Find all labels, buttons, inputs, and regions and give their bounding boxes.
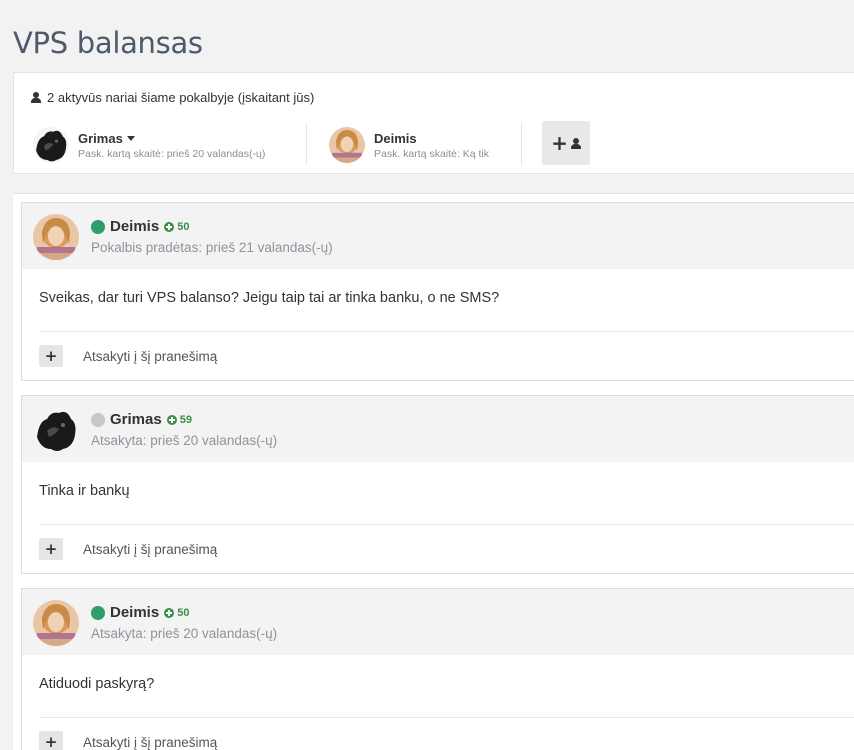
avatar-grimas-icon[interactable] [33, 127, 69, 163]
reputation-badge: 50 [164, 221, 189, 233]
plus-icon: + [44, 539, 58, 558]
members-summary-text: 2 aktyvūs nariai šiame pokalbyje (įskait… [47, 90, 315, 105]
post-body: Sveikas, dar turi VPS balanso? Jeigu tai… [39, 290, 500, 306]
reputation-count: 50 [177, 606, 190, 619]
reply-row: + Atsakyti į šį pranešimą [22, 332, 854, 380]
post: Deimis 50 Atsakyta: prieš 20 valandas(-ų… [21, 588, 854, 750]
reply-button[interactable]: + [39, 731, 63, 750]
plus-icon: + [44, 346, 58, 365]
reputation-badge: 59 [166, 413, 192, 426]
member-deimis[interactable]: Deimis Pask. kartą skaitė: Ką tik [329, 125, 489, 165]
reputation-plus-icon [164, 221, 175, 232]
reputation-plus-icon [166, 414, 177, 425]
reputation-plus-icon [164, 607, 175, 618]
reply-button[interactable]: + [39, 345, 63, 367]
post-author[interactable]: Deimis [110, 604, 159, 621]
post-header: Deimis 50 Atsakyta: prieš 20 valandas(-ų… [22, 589, 854, 655]
person-icon [570, 137, 581, 149]
chevron-down-icon[interactable] [126, 135, 135, 141]
reply-link[interactable]: Atsakyti į šį pranešimą [83, 735, 217, 750]
reply-row: + Atsakyti į šį pranešimą [22, 718, 854, 750]
plus-icon: + [44, 732, 58, 750]
post-body: Tinka ir bankų [39, 483, 130, 499]
member-name-dropdown[interactable]: Grimas [78, 131, 265, 146]
page-title: VPS balansas [13, 26, 203, 60]
post-author[interactable]: Deimis [110, 218, 159, 235]
post: Deimis 50 Pokalbis pradėtas: prieš 21 va… [21, 202, 854, 381]
post-timestamp: Atsakyta: prieš 20 valandas(-ų) [91, 433, 278, 448]
avatar-grimas-icon[interactable] [33, 407, 79, 453]
message-thread: Deimis 50 Pokalbis pradėtas: prieš 21 va… [13, 193, 854, 750]
avatar-deimis-icon[interactable] [329, 127, 365, 163]
avatar-deimis-icon[interactable] [33, 600, 79, 646]
reputation-count: 59 [179, 413, 192, 426]
post-body: Atiduodi paskyrą? [39, 676, 155, 692]
post-timestamp: Pokalbis pradėtas: prieš 21 valandas(-ų) [91, 240, 333, 255]
reputation-count: 50 [177, 220, 190, 233]
member-divider [306, 123, 307, 165]
member-last-read: Pask. kartą skaitė: Ką tik [374, 147, 489, 160]
reply-link[interactable]: Atsakyti į šį pranešimą [83, 349, 217, 364]
reply-button[interactable]: + [39, 538, 63, 560]
reply-row: + Atsakyti į šį pranešimą [22, 525, 854, 573]
member-name-grimas[interactable]: Grimas [78, 131, 123, 146]
member-grimas[interactable]: Grimas Pask. kartą skaitė: prieš 20 vala… [33, 125, 265, 165]
avatar-deimis-icon[interactable] [33, 214, 79, 260]
add-member-button[interactable]: + [542, 121, 590, 165]
offline-status-icon [91, 412, 105, 427]
post-header: Grimas 59 Atsakyta: prieš 20 valandas(-ų… [22, 396, 854, 462]
member-last-read: Pask. kartą skaitė: prieš 20 valandas(-ų… [78, 147, 266, 160]
plus-icon: + [551, 131, 568, 155]
member-name-deimis[interactable]: Deimis [374, 131, 417, 146]
reply-link[interactable]: Atsakyti į šį pranešimą [83, 542, 217, 557]
post-author[interactable]: Grimas [110, 411, 162, 428]
person-icon [31, 92, 41, 103]
post-header: Deimis 50 Pokalbis pradėtas: prieš 21 va… [22, 203, 854, 269]
online-status-icon [91, 219, 105, 234]
online-status-icon [91, 605, 105, 620]
reputation-badge: 50 [164, 607, 189, 619]
post: Grimas 59 Atsakyta: prieš 20 valandas(-ų… [21, 395, 854, 574]
members-summary: 2 aktyvūs nariai šiame pokalbyje (įskait… [31, 90, 314, 105]
member-divider [521, 123, 522, 165]
active-members-panel: 2 aktyvūs nariai šiame pokalbyje (įskait… [13, 72, 854, 174]
post-timestamp: Atsakyta: prieš 20 valandas(-ų) [91, 626, 278, 641]
